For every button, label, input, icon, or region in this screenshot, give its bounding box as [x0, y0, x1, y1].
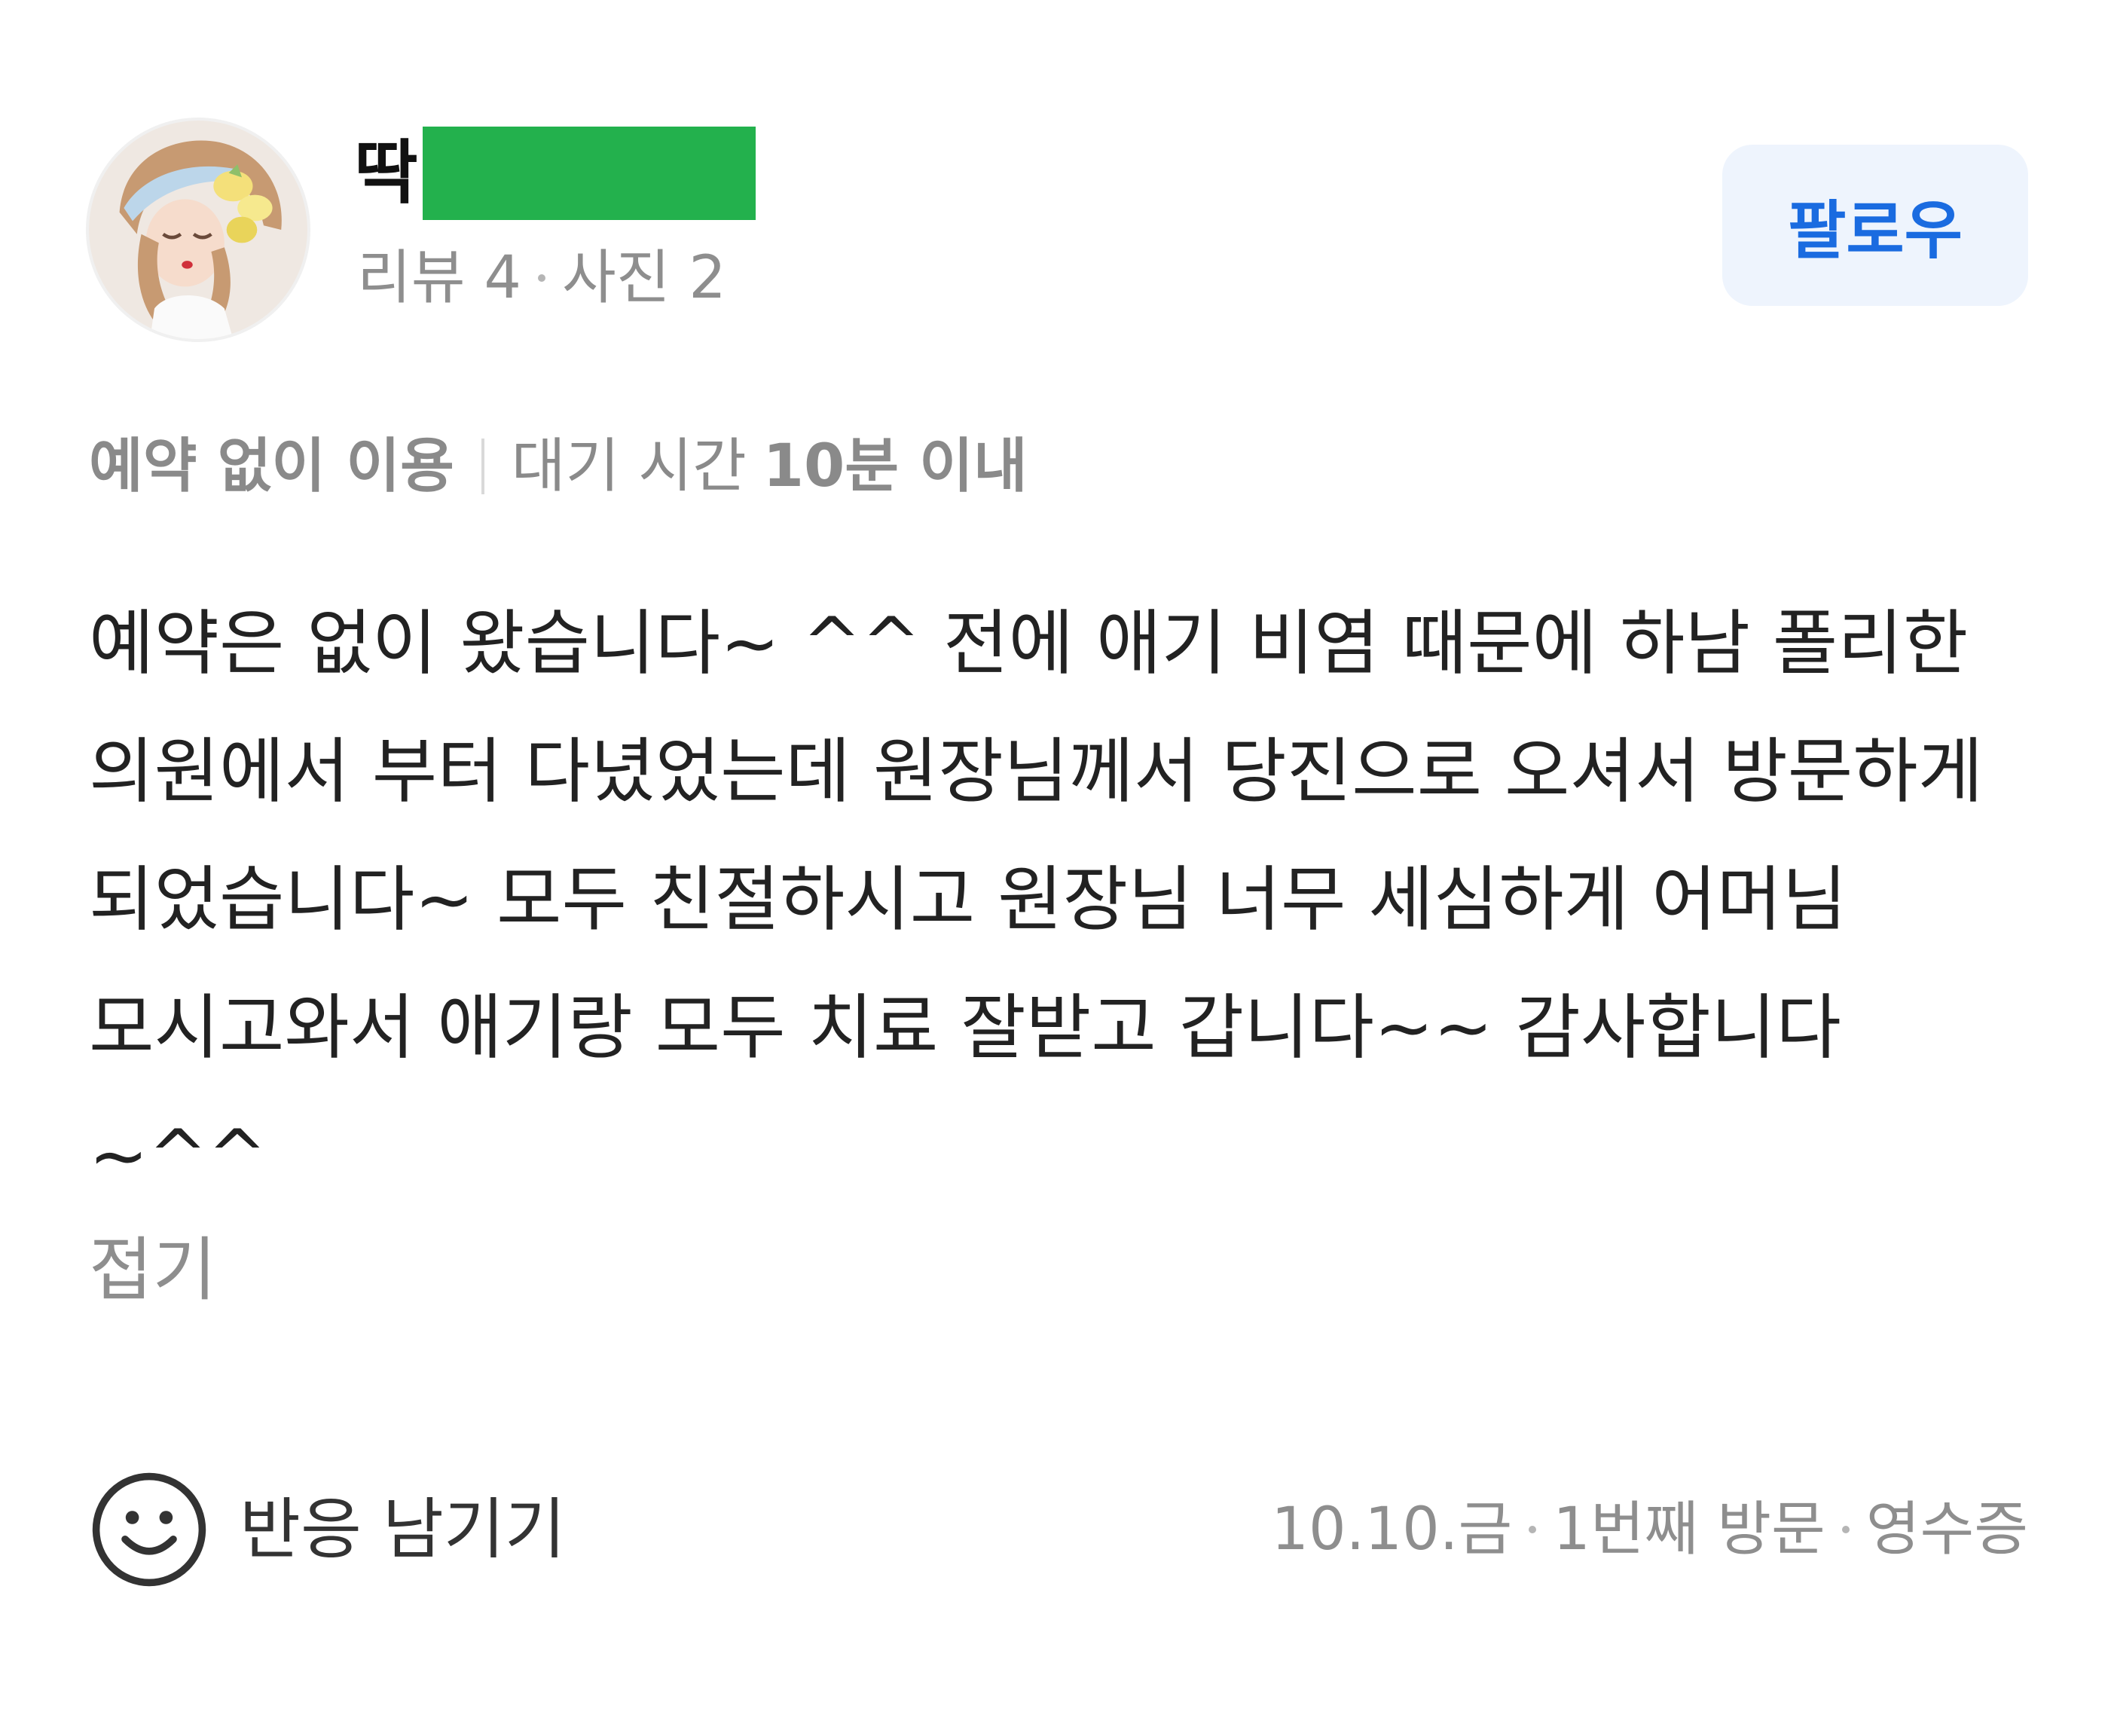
redaction-block	[422, 127, 756, 220]
review-count: 리뷰 4	[357, 244, 521, 312]
wait-time-value: 10분 이내	[762, 432, 1028, 500]
review-card: 딱 리뷰 4 사진 2 팔로우 예약 없이 이용 대기 시간 10분 이내 예약…	[0, 0, 2108, 1736]
review-text: 예약은 없이 왔습니다~ ^^ 전에 애기 비염 때문에 하남 폴리한 의원에서…	[89, 603, 1984, 1197]
photo-count: 사진 2	[561, 244, 726, 312]
visit-date: 10.10.금	[1271, 1496, 1513, 1563]
user-name[interactable]: 딱	[354, 121, 756, 226]
visit-meta: 10.10.금 1번째 방문 영수증	[1271, 1492, 2028, 1567]
follow-button[interactable]: 팔로우	[1722, 145, 2028, 306]
profile-avatar-icon	[89, 121, 307, 339]
reservation-tag: 예약 없이 이용	[89, 432, 454, 500]
tag-divider	[481, 439, 484, 494]
leave-reaction-button[interactable]: 반응 남기기	[89, 1469, 566, 1590]
separator-dot	[1841, 1526, 1850, 1533]
avatar[interactable]	[89, 121, 307, 339]
wait-time-label: 대기 시간	[511, 432, 747, 500]
reaction-label: 반응 남기기	[240, 1490, 566, 1568]
visit-tags: 예약 없이 이용 대기 시간 10분 이내	[89, 437, 1028, 496]
separator-dot	[1529, 1526, 1537, 1533]
user-name-text: 딱	[354, 133, 418, 213]
user-stats: 리뷰 4 사진 2	[357, 249, 726, 307]
fold-button[interactable]: 접기	[89, 1236, 216, 1305]
smile-icon	[92, 1472, 206, 1587]
receipt-badge[interactable]: 영수증	[1866, 1500, 2028, 1559]
visit-count: 1번째 방문	[1553, 1496, 1825, 1563]
separator-dot	[537, 274, 545, 282]
